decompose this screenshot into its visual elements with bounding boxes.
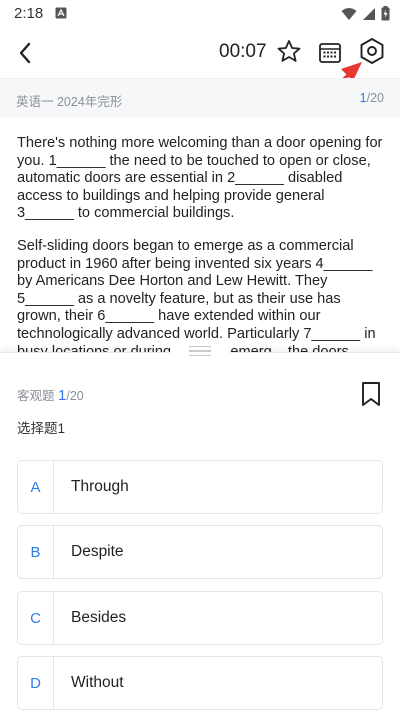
reading-passage: There's nothing more welcoming than a do… [17,135,383,353]
status-bar: 2:18 [0,0,400,28]
question-progress: 1/20 [360,91,384,105]
bookmark-icon[interactable] [360,381,382,407]
option-letter: B [18,526,54,578]
wifi-icon [341,7,357,20]
option-a[interactable]: A Through [17,460,383,514]
option-b[interactable]: B Despite [17,525,383,579]
status-icons [341,6,390,21]
status-time: 2:18 [14,5,44,22]
passage-paragraph: There's nothing more welcoming than a do… [17,135,383,222]
option-c[interactable]: C Besides [17,591,383,645]
exam-title: 英语一 2024年完形 [16,95,123,109]
question-progress-total: /20 [366,91,384,105]
favorite-star-icon[interactable] [275,38,303,66]
option-letter: D [18,657,54,709]
top-toolbar: 00:07 [0,28,400,78]
passage-paragraph: Self-sliding doors began to emerge as a … [17,237,376,353]
back-button[interactable] [12,38,38,68]
question-type-label: 客观题 [17,389,55,403]
option-letter: C [18,592,54,644]
option-text: Through [71,478,129,495]
sheet-drag-handle[interactable] [170,339,230,363]
elapsed-timer: 00:07 [219,41,267,62]
question-sheet: 客观题 1/20 选择题1 A Through B Despite C Besi… [0,339,400,710]
exam-info-bar: 英语一 2024年完形 1/20 [0,78,400,118]
answer-sheet-calendar-icon[interactable] [316,39,344,67]
option-d[interactable]: D Without [17,656,383,710]
question-label: 选择题1 [17,421,66,436]
question-total: /20 [66,389,84,403]
option-letter: A [18,461,54,513]
notification-app-icon [55,7,67,19]
option-text: Despite [71,543,124,560]
option-text: Besides [71,609,127,626]
question-progress-current: 1 [359,91,367,105]
chevron-left-icon [19,42,31,64]
option-text: Without [71,674,124,691]
signal-icon [363,7,375,20]
battery-charging-icon [381,6,390,21]
question-type-progress: 客观题 1/20 [17,385,84,404]
settings-hexagon-icon[interactable] [357,36,387,68]
